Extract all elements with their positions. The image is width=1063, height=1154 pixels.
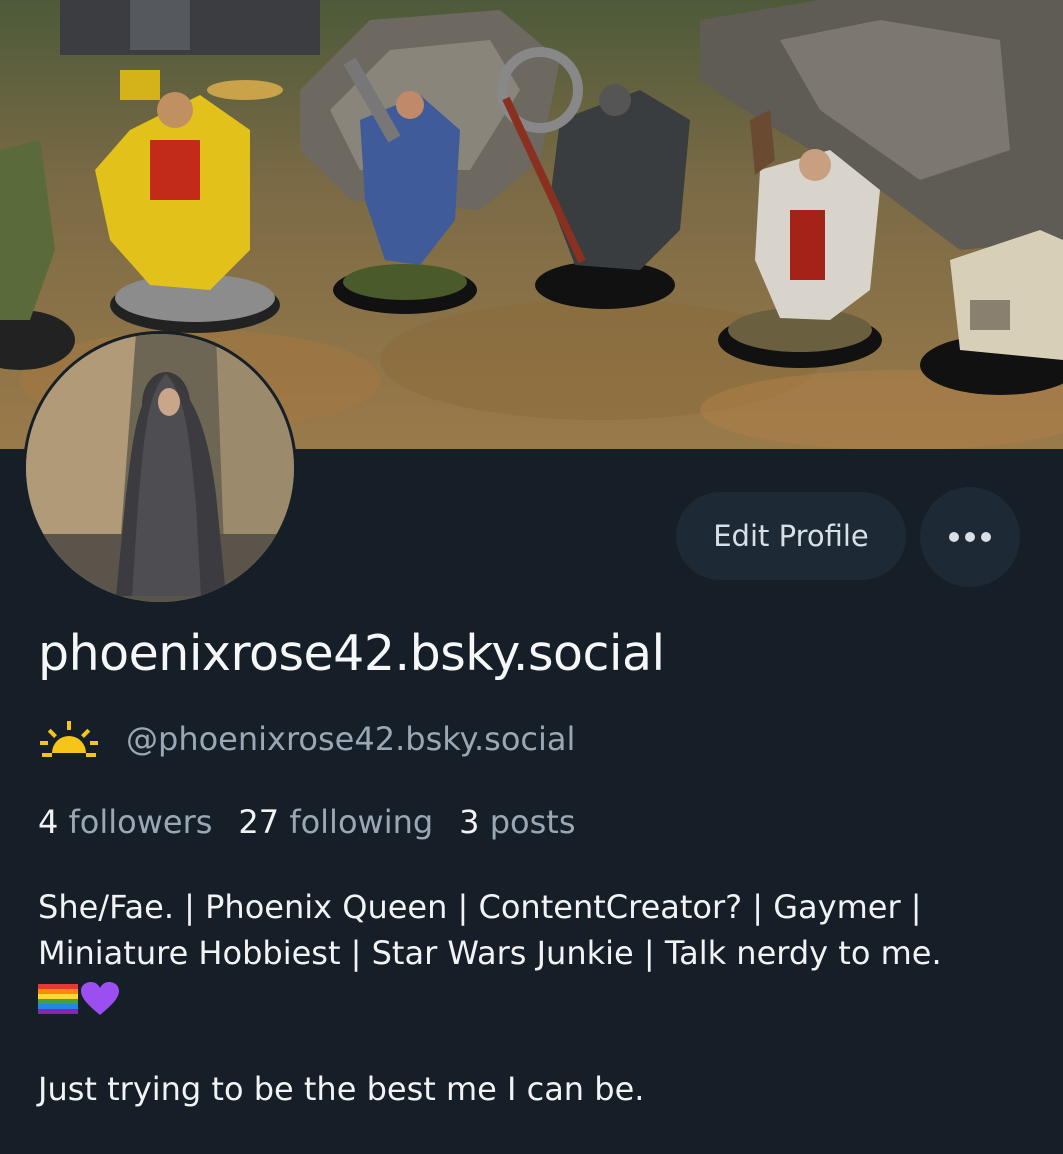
- posts-count: 3: [459, 803, 480, 841]
- rainbow-flag-icon: [38, 984, 78, 1014]
- bio-emoji-line: [38, 976, 1038, 1022]
- ellipsis-icon: [949, 532, 991, 542]
- handle[interactable]: @phoenixrose42.bsky.social: [126, 720, 575, 758]
- followers-count: 4: [38, 803, 59, 841]
- posts-stat: 3 posts: [459, 803, 575, 841]
- following-label: following: [289, 803, 434, 841]
- bio-line-1: She/Fae. | Phoenix Queen | ContentCreato…: [38, 888, 922, 926]
- profile-page: Edit Profile phoenixrose42.bsky.social @…: [0, 0, 1063, 1154]
- avatar-image: [26, 334, 294, 602]
- edit-profile-button[interactable]: Edit Profile: [676, 492, 906, 580]
- following-count: 27: [238, 803, 280, 841]
- profile-stats: 4 followers 27 following 3 posts: [38, 803, 601, 841]
- purple-heart-icon: [81, 982, 119, 1015]
- profile-bio: She/Fae. | Phoenix Queen | ContentCreato…: [38, 884, 1038, 1022]
- display-name: phoenixrose42.bsky.social: [38, 625, 665, 682]
- edit-profile-label: Edit Profile: [713, 519, 869, 553]
- followers-stat[interactable]: 4 followers: [38, 803, 212, 841]
- avatar[interactable]: [23, 331, 297, 605]
- followers-label: followers: [68, 803, 213, 841]
- bio-line-2: Miniature Hobbiest | Star Wars Junkie | …: [38, 934, 942, 972]
- bio-tagline: Just trying to be the best me I can be.: [38, 1070, 645, 1108]
- handle-row: @phoenixrose42.bsky.social: [38, 716, 575, 762]
- avatar-cloaked-figure: [26, 334, 294, 602]
- sun-icon: [40, 721, 98, 757]
- more-options-button[interactable]: [920, 487, 1020, 587]
- following-stat[interactable]: 27 following: [238, 803, 433, 841]
- posts-label: posts: [489, 803, 576, 841]
